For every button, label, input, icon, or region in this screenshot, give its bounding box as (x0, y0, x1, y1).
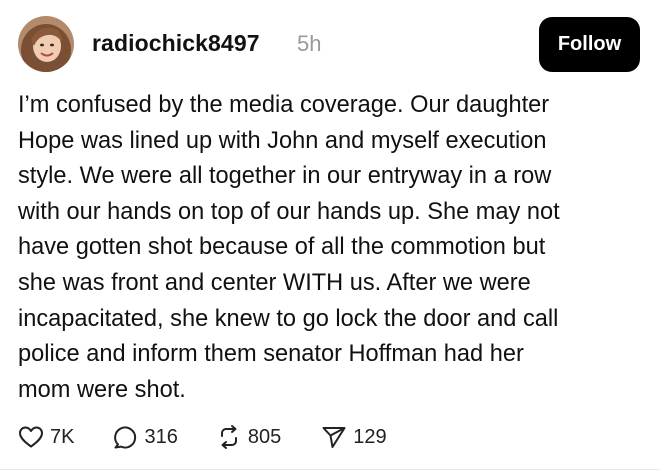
like-button[interactable]: 7K (18, 425, 74, 449)
avatar[interactable] (18, 16, 74, 72)
post-text-line: style. We were all together in our entry… (18, 163, 552, 190)
reply-button[interactable]: 316 (112, 424, 178, 450)
post-text-line: police and inform them senator Hoffman h… (18, 341, 524, 368)
post-text-line: incapacitated, she knew to go lock the d… (18, 305, 559, 332)
follow-button[interactable]: Follow (539, 17, 640, 72)
divider (0, 469, 660, 470)
heart-icon (18, 425, 44, 449)
share-count: 129 (353, 425, 387, 448)
post-text-line: Hope was lined up with John and myself e… (18, 127, 547, 154)
username[interactable]: radiochick8497 (92, 30, 260, 57)
post-card: radiochick8497 5h Follow I’m confused by… (0, 0, 660, 476)
share-button[interactable]: 129 (321, 424, 387, 450)
post-text-line: I’m confused by the media coverage. Our … (18, 92, 550, 118)
repost-count: 805 (247, 425, 282, 448)
post-text-line: have gotten shot because of all the comm… (18, 234, 546, 261)
post-text-line: mom were shot. (18, 376, 186, 403)
post-timestamp: 5h (297, 31, 322, 56)
send-icon (321, 424, 347, 450)
post-text: I’m confused by the media coverage. Our … (18, 88, 648, 408)
repost-button[interactable]: 805 (216, 424, 281, 450)
post-text-line: with our hands on top of our hands up. S… (18, 198, 560, 225)
repost-arrows-icon (216, 424, 242, 450)
reply-count: 316 (144, 425, 178, 448)
like-count: 7K (50, 425, 75, 448)
post-text-line: she was front and center WITH us. After … (18, 269, 531, 296)
speech-bubble-icon (112, 424, 138, 450)
post-actions: 7K 316 805 129 (18, 420, 387, 454)
